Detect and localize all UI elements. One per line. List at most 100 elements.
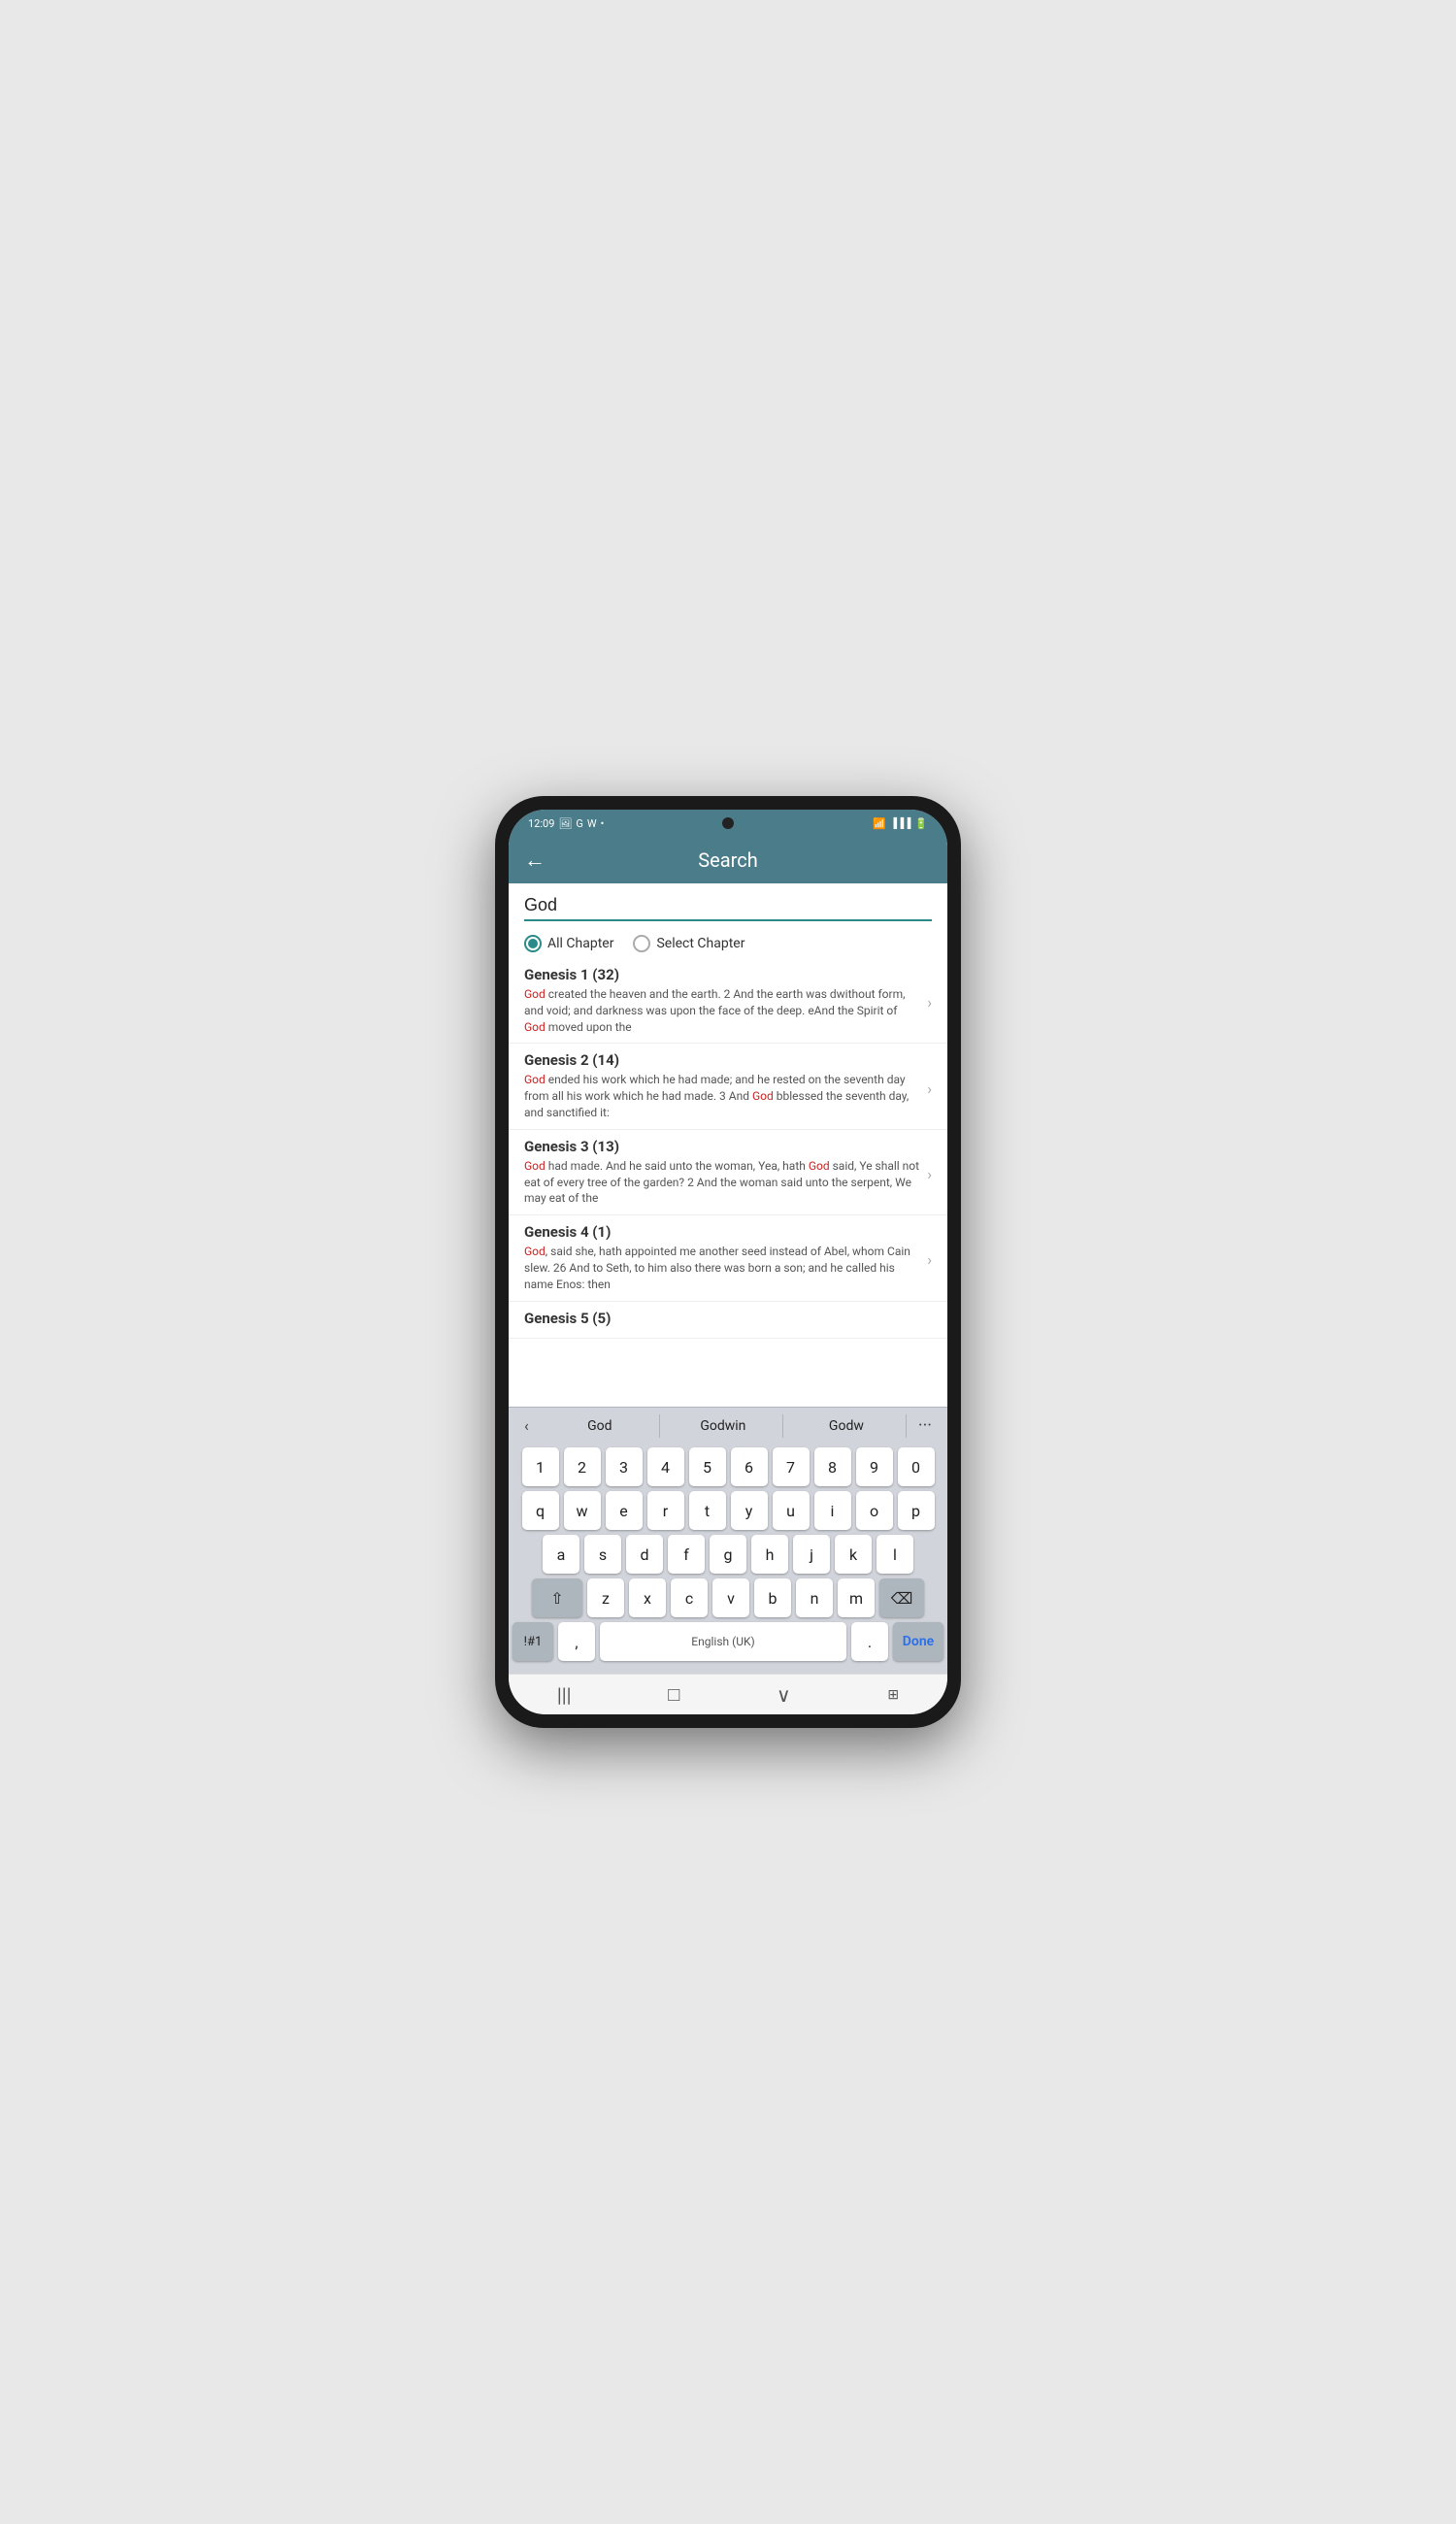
result-genesis-2-content: Genesis 2 (14) God ended his work which … (524, 1051, 919, 1120)
radio-options-row: All Chapter Select Chapter (509, 925, 947, 958)
suggest-more-icon[interactable]: ··· (910, 1413, 940, 1438)
key-2[interactable]: 2 (564, 1447, 601, 1486)
key-5[interactable]: 5 (689, 1447, 726, 1486)
symbol-key[interactable]: !#1 (513, 1622, 553, 1661)
camera-notch (722, 817, 734, 829)
key-u[interactable]: u (773, 1491, 810, 1530)
result-genesis-1[interactable]: Genesis 1 (32) God created the heaven an… (509, 958, 947, 1044)
key-f[interactable]: f (668, 1535, 705, 1574)
search-input[interactable] (524, 895, 932, 915)
phone-frame: 12:09 🖼 G W • 📶 ▐▐▐ 🔋 ← Search (495, 796, 961, 1728)
key-0[interactable]: 0 (898, 1447, 935, 1486)
back-button[interactable]: ← (524, 847, 546, 873)
header-title: Search (561, 848, 895, 872)
suggest-back-icon[interactable]: ‹ (516, 1414, 537, 1437)
key-o[interactable]: o (856, 1491, 893, 1530)
radio-all-label: All Chapter (547, 936, 613, 951)
key-k[interactable]: k (835, 1535, 872, 1574)
search-area (509, 883, 947, 925)
key-q[interactable]: q (522, 1491, 559, 1530)
result-genesis-4-content: Genesis 4 (1) God, said she, hath appoin… (524, 1223, 919, 1292)
bottom-row: !#1 , English (UK) . Done (513, 1622, 943, 1661)
key-3[interactable]: 3 (606, 1447, 643, 1486)
nav-recents-icon[interactable]: ||| (557, 1683, 572, 1707)
key-1[interactable]: 1 (522, 1447, 559, 1486)
highlight: God (524, 1245, 546, 1258)
highlight: God (524, 987, 546, 1001)
key-g[interactable]: g (710, 1535, 746, 1574)
key-a[interactable]: a (543, 1535, 579, 1574)
status-dot: • (601, 817, 605, 830)
key-b[interactable]: b (754, 1578, 791, 1617)
result-genesis-2[interactable]: Genesis 2 (14) God ended his work which … (509, 1044, 947, 1129)
result-genesis-4-title: Genesis 4 (1) (524, 1223, 919, 1241)
key-9[interactable]: 9 (856, 1447, 893, 1486)
key-h[interactable]: h (751, 1535, 788, 1574)
period-key[interactable]: . (851, 1622, 888, 1661)
suggest-word-1[interactable]: God (541, 1414, 660, 1438)
radio-all-chapter[interactable]: All Chapter (524, 935, 613, 952)
result-genesis-4[interactable]: Genesis 4 (1) God, said she, hath appoin… (509, 1215, 947, 1301)
status-gallery-icon: 🖼 (558, 817, 572, 830)
highlight: God (524, 1020, 546, 1034)
nav-apps-icon[interactable]: ⊞ (887, 1687, 899, 1703)
key-r[interactable]: r (647, 1491, 684, 1530)
chevron-icon: › (927, 1165, 932, 1183)
asdf-row: a s d f g h j k l (513, 1535, 943, 1574)
done-key[interactable]: Done (893, 1622, 943, 1661)
key-7[interactable]: 7 (773, 1447, 810, 1486)
key-d[interactable]: d (626, 1535, 663, 1574)
qwerty-row: q w e r t y u i o p (513, 1491, 943, 1530)
key-c[interactable]: c (671, 1578, 708, 1617)
result-genesis-1-title: Genesis 1 (32) (524, 966, 919, 983)
key-6[interactable]: 6 (731, 1447, 768, 1486)
result-genesis-3-content: Genesis 3 (13) God had made. And he said… (524, 1138, 919, 1207)
suggest-word-3[interactable]: Godw (787, 1414, 907, 1438)
key-w[interactable]: w (564, 1491, 601, 1530)
nav-home-icon[interactable]: □ (668, 1682, 679, 1707)
chevron-icon: › (927, 1250, 932, 1269)
key-l[interactable]: l (877, 1535, 913, 1574)
result-genesis-5[interactable]: Genesis 5 (5) (509, 1302, 947, 1339)
keyboard-suggestions: ‹ God Godwin Godw ··· (509, 1407, 947, 1444)
key-8[interactable]: 8 (814, 1447, 851, 1486)
key-t[interactable]: t (689, 1491, 726, 1530)
zxcv-row: ⇧ z x c v b n m ⌫ (513, 1578, 943, 1617)
keyboard: 1 2 3 4 5 6 7 8 9 0 q w e r t y u i (509, 1444, 947, 1674)
key-p[interactable]: p (898, 1491, 935, 1530)
comma-key[interactable]: , (558, 1622, 595, 1661)
spacebar[interactable]: English (UK) (600, 1622, 846, 1661)
radio-select-label: Select Chapter (656, 936, 745, 951)
key-x[interactable]: x (629, 1578, 666, 1617)
key-n[interactable]: n (796, 1578, 833, 1617)
phone-screen: 12:09 🖼 G W • 📶 ▐▐▐ 🔋 ← Search (509, 810, 947, 1714)
battery-icon: 🔋 (914, 817, 928, 830)
key-4[interactable]: 4 (647, 1447, 684, 1486)
delete-key[interactable]: ⌫ (879, 1578, 924, 1617)
shift-key[interactable]: ⇧ (532, 1578, 582, 1617)
chevron-icon: › (927, 993, 932, 1012)
nav-back-icon[interactable]: ∨ (777, 1683, 791, 1707)
status-left: 12:09 🖼 G W • (528, 817, 604, 830)
result-genesis-5-title: Genesis 5 (5) (524, 1310, 924, 1327)
radio-all-circle (524, 935, 542, 952)
key-s[interactable]: s (584, 1535, 621, 1574)
status-time: 12:09 (528, 817, 554, 830)
key-v[interactable]: v (712, 1578, 749, 1617)
highlight: God (752, 1089, 774, 1103)
results-list: Genesis 1 (32) God created the heaven an… (509, 958, 947, 1407)
status-whatsapp-icon: W (587, 817, 597, 830)
radio-select-chapter[interactable]: Select Chapter (633, 935, 745, 952)
key-e[interactable]: e (606, 1491, 643, 1530)
highlight: God (524, 1073, 546, 1086)
suggest-word-2[interactable]: Godwin (664, 1414, 783, 1438)
key-i[interactable]: i (814, 1491, 851, 1530)
result-genesis-3[interactable]: Genesis 3 (13) God had made. And he said… (509, 1130, 947, 1215)
result-genesis-3-title: Genesis 3 (13) (524, 1138, 919, 1155)
result-genesis-5-content: Genesis 5 (5) (524, 1310, 924, 1330)
key-y[interactable]: y (731, 1491, 768, 1530)
key-z[interactable]: z (587, 1578, 624, 1617)
result-genesis-1-text: God created the heaven and the earth. 2 … (524, 986, 919, 1035)
key-m[interactable]: m (838, 1578, 875, 1617)
key-j[interactable]: j (793, 1535, 830, 1574)
